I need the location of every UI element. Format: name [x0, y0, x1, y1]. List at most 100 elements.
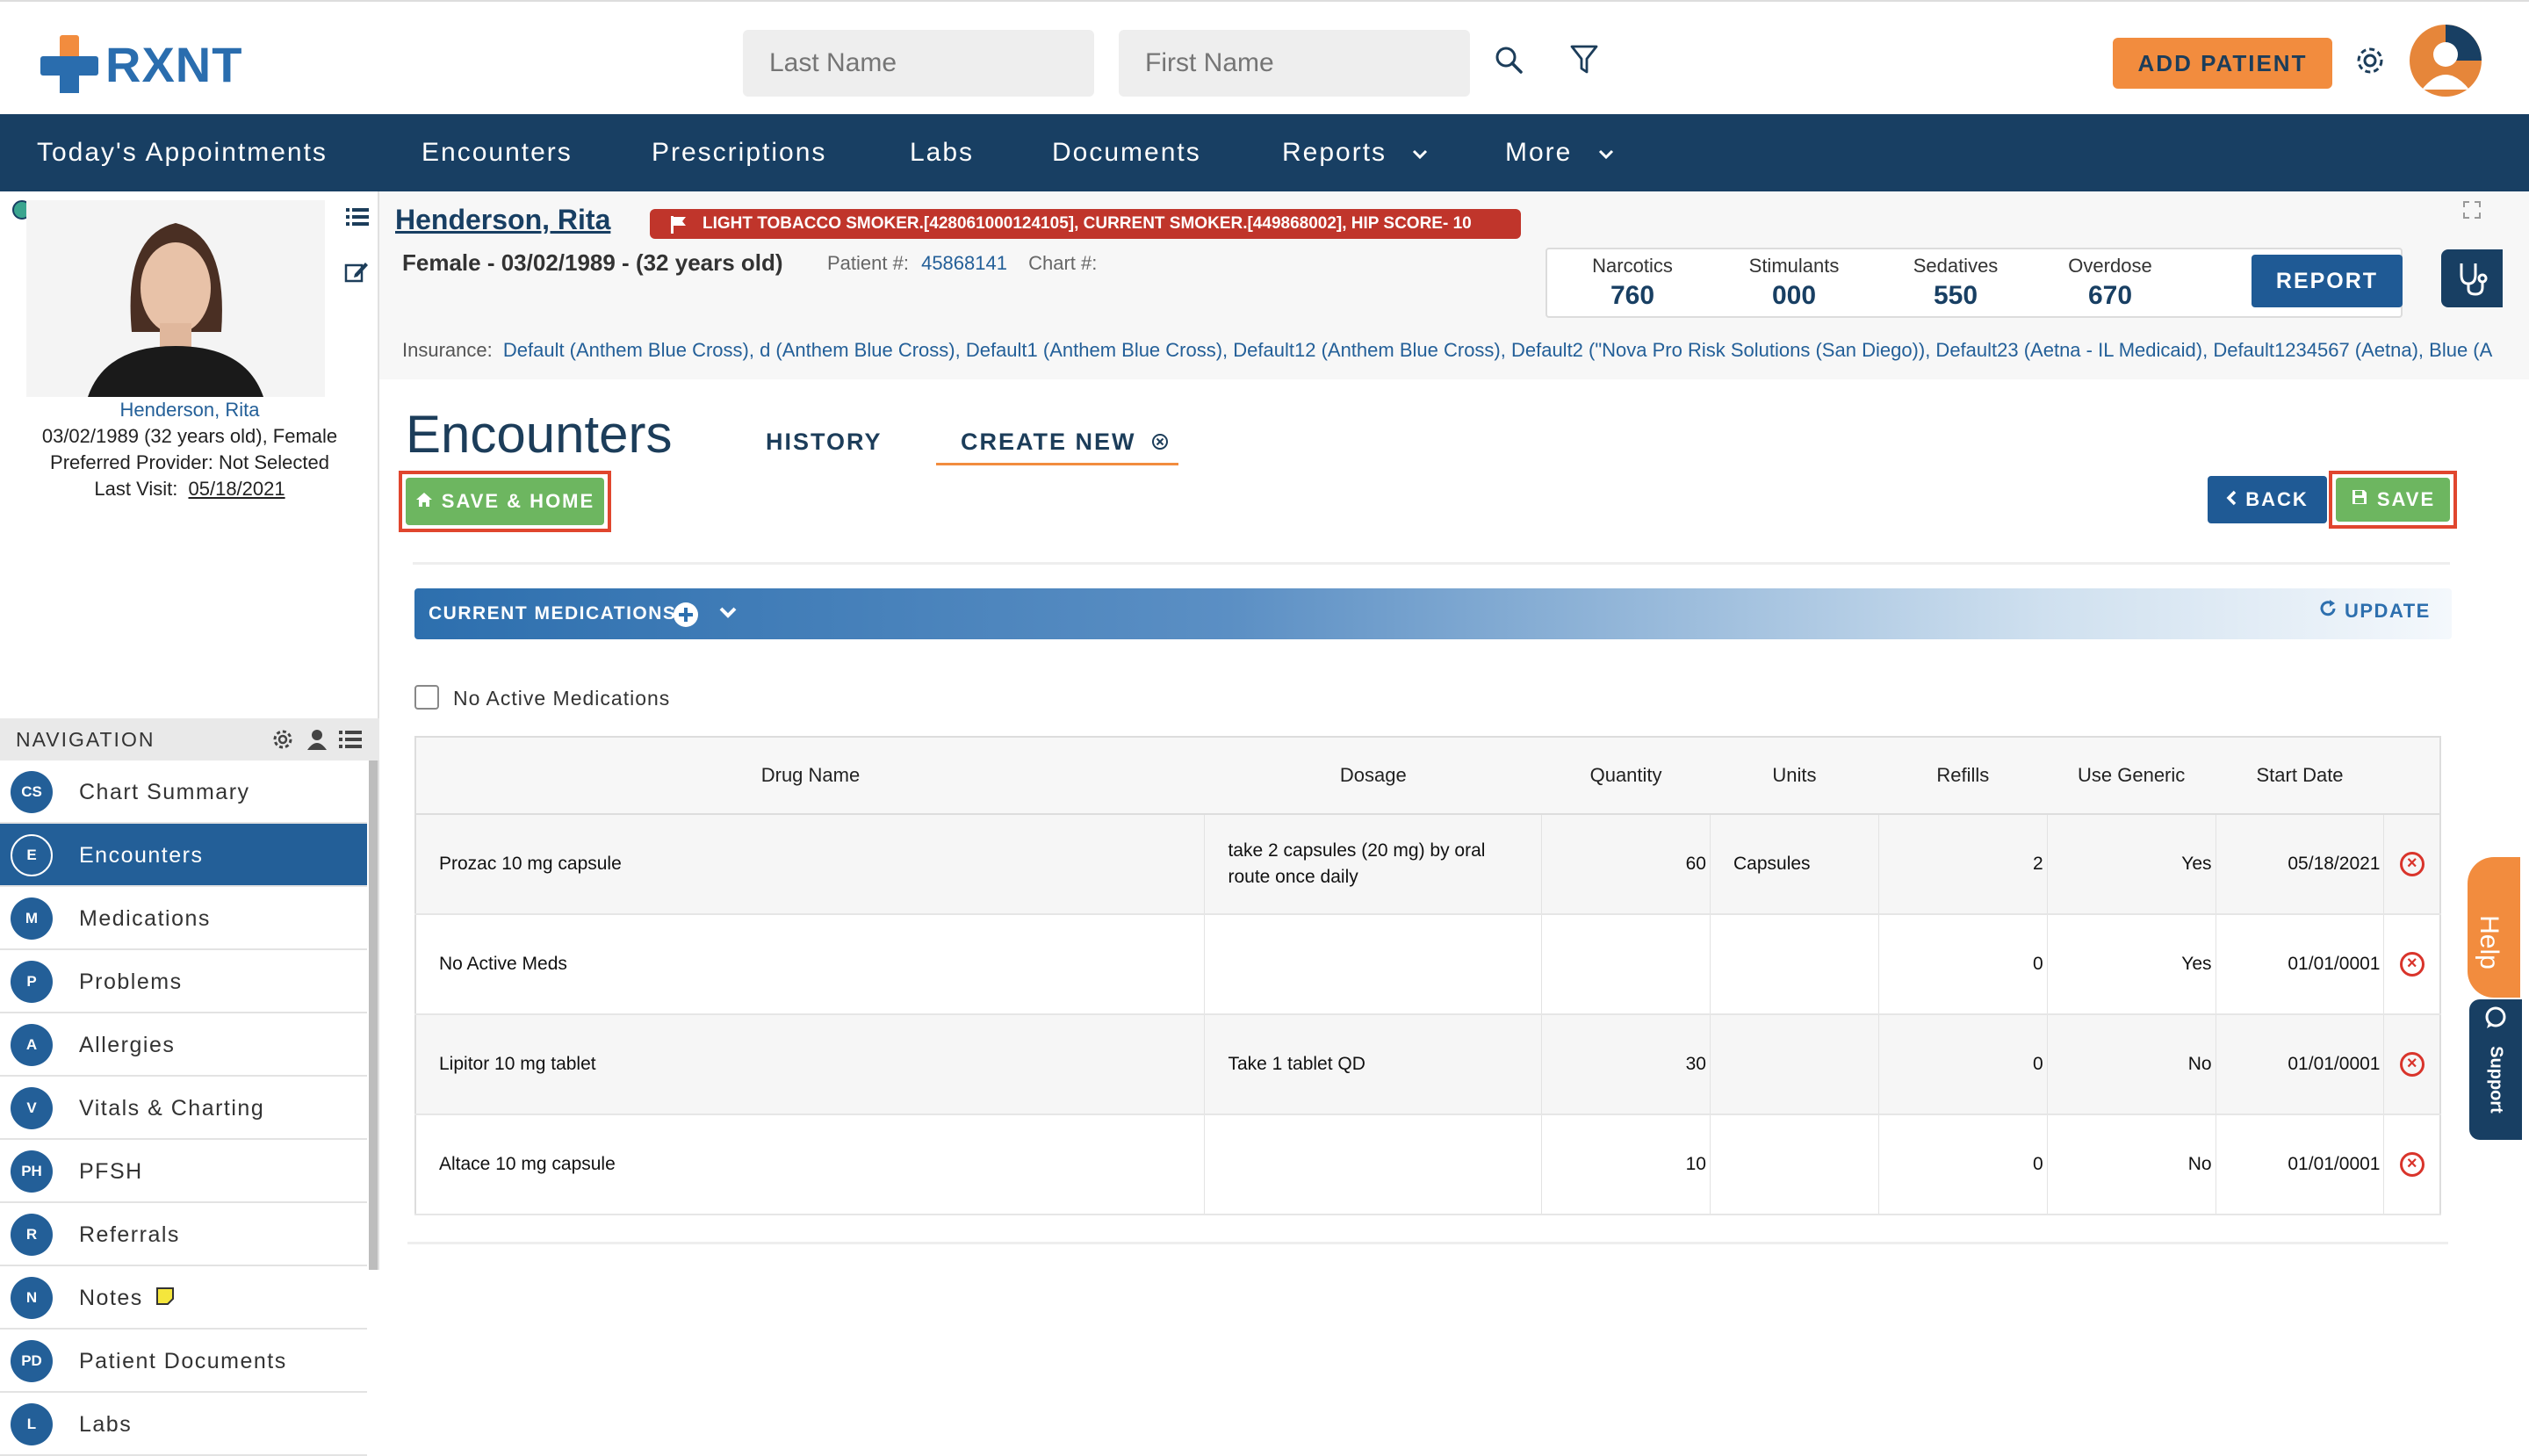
table-row[interactable]: Lipitor 10 mg tablet Take 1 tablet QD 30… [415, 1014, 2440, 1115]
nav-todays-appointments[interactable]: Today's Appointments [37, 114, 328, 191]
col-dosage[interactable]: Dosage [1204, 737, 1542, 815]
nav-more[interactable]: More [1505, 114, 1615, 191]
back-button[interactable]: BACK [2208, 476, 2327, 523]
nav-more-label: More [1505, 138, 1573, 167]
save-home-label: SAVE & HOME [441, 490, 595, 512]
patient-card-last-visit: Last Visit: 05/18/2021 [0, 478, 379, 501]
nav-label: Vitals & Charting [79, 1096, 265, 1121]
user-icon[interactable] [307, 729, 327, 754]
nav-documents[interactable]: Documents [1052, 114, 1201, 191]
delete-icon[interactable]: × [2399, 852, 2425, 876]
delete-icon[interactable]: × [2399, 1052, 2425, 1077]
nav-badge: CS [11, 771, 53, 813]
user-avatar[interactable] [2410, 25, 2482, 97]
sidenav-item-encounters[interactable]: E Encounters [0, 824, 367, 887]
sidenav-item-allergies[interactable]: A Allergies [0, 1013, 367, 1077]
first-name-search-input[interactable] [1119, 30, 1470, 97]
table-row[interactable]: Prozac 10 mg capsule take 2 capsules (20… [415, 814, 2440, 915]
add-medication-icon[interactable] [673, 602, 699, 632]
col-use-generic[interactable]: Use Generic [2047, 737, 2216, 815]
cell-refills: 0 [1878, 1114, 2048, 1215]
logo-cross-icon [40, 35, 98, 93]
nav-labs[interactable]: Labs [910, 114, 974, 191]
header-patient-name[interactable]: Henderson, Rita [395, 204, 610, 236]
delete-icon[interactable]: × [2399, 952, 2425, 977]
top-bar: RXNT ADD PATIENT [0, 0, 2529, 114]
filter-icon[interactable] [1565, 40, 1603, 79]
current-medications-title: CURRENT MEDICATIONS [429, 603, 677, 623]
nav-encounters[interactable]: Encounters [422, 114, 573, 191]
tab-create-new[interactable]: CREATE NEW [961, 429, 1169, 457]
nav-badge: PH [11, 1150, 53, 1193]
sidenav-item-problems[interactable]: P Problems [0, 950, 367, 1013]
patient-flag-banner: LIGHT TOBACCO SMOKER.[428061000124105], … [650, 209, 1521, 239]
patient-photo [26, 200, 325, 397]
nav-badge: A [11, 1024, 53, 1066]
refresh-icon [2318, 599, 2338, 623]
medications-table: Drug Name Dosage Quantity Units Refills … [414, 736, 2441, 1215]
pdmp-label: Sedatives [1913, 255, 1999, 277]
gear-icon[interactable] [272, 729, 293, 754]
cell-units [1710, 1014, 1879, 1115]
close-icon[interactable] [1151, 429, 1169, 457]
sidenav-item-pfsh[interactable]: PH PFSH [0, 1140, 367, 1203]
cell-drug: Altace 10 mg capsule [415, 1114, 1206, 1215]
save-home-button[interactable]: SAVE & HOME [406, 478, 604, 525]
add-patient-button[interactable]: ADD PATIENT [2113, 38, 2332, 89]
cell-units: Capsules [1710, 814, 1879, 915]
list-icon[interactable] [346, 207, 369, 231]
insurance-label: Insurance: [402, 339, 493, 361]
nav-label: Medications [79, 906, 211, 931]
sidenav-item-notes[interactable]: N Notes [0, 1266, 367, 1330]
sidenav-item-referrals[interactable]: R Referrals [0, 1203, 367, 1266]
gear-icon[interactable] [2350, 40, 2390, 81]
col-units[interactable]: Units [1710, 737, 1879, 815]
nav-reports[interactable]: Reports [1282, 114, 1429, 191]
last-name-search-input[interactable] [743, 30, 1094, 97]
pdmp-report-button[interactable]: REPORT [2252, 255, 2403, 307]
support-widget[interactable]: Support [2469, 999, 2522, 1140]
nav-prescriptions[interactable]: Prescriptions [652, 114, 826, 191]
patient-card-name[interactable]: Henderson, Rita [0, 399, 379, 422]
sidenav-item-medications[interactable]: M Medications [0, 887, 367, 950]
table-row[interactable]: Altace 10 mg capsule 10 0 No 01/01/0001 … [415, 1114, 2440, 1215]
support-label: Support [2486, 1046, 2506, 1114]
delete-icon[interactable]: × [2399, 1152, 2425, 1177]
help-widget[interactable]: Help [2468, 857, 2520, 998]
col-refills[interactable]: Refills [1878, 737, 2048, 815]
cell-generic: No [2047, 1014, 2216, 1115]
search-icon[interactable] [1489, 40, 1528, 79]
rxnt-logo[interactable]: RXNT [40, 33, 242, 95]
col-start-date[interactable]: Start Date [2216, 737, 2384, 815]
cell-dosage: take 2 capsules (20 mg) by oral route on… [1204, 814, 1543, 915]
navigation-title: NAVIGATION [16, 728, 155, 751]
tab-history[interactable]: HISTORY [766, 429, 883, 456]
cell-dosage: Take 1 tablet QD [1204, 1014, 1543, 1115]
sidenav-item-patient-documents[interactable]: PD Patient Documents [0, 1330, 367, 1393]
last-visit-date[interactable]: 05/18/2021 [189, 478, 285, 500]
cell-start-date: 01/01/0001 [2216, 1114, 2385, 1215]
col-drug-name[interactable]: Drug Name [415, 737, 1205, 815]
save-label: SAVE [2376, 488, 2436, 510]
update-button[interactable]: UPDATE [2318, 599, 2431, 623]
edit-icon[interactable] [344, 260, 369, 287]
no-active-medications-checkbox[interactable] [414, 685, 439, 710]
col-quantity[interactable]: Quantity [1541, 737, 1711, 815]
save-button[interactable]: SAVE [2336, 478, 2450, 522]
cell-dosage [1204, 1114, 1543, 1215]
nav-notes-label: Notes [79, 1286, 143, 1310]
insurance-list[interactable]: Default (Anthem Blue Cross), d (Anthem B… [503, 339, 2492, 361]
chevron-down-icon[interactable] [718, 606, 738, 624]
sidenav-scrollbar[interactable] [369, 760, 378, 1270]
nav-reports-label: Reports [1282, 138, 1387, 167]
sidenav-item-vitals[interactable]: V Vitals & Charting [0, 1077, 367, 1140]
patient-number-label: Patient #: [827, 252, 909, 274]
cell-generic: Yes [2047, 914, 2216, 1015]
list-icon[interactable] [339, 730, 362, 753]
expand-icon[interactable] [2462, 200, 2482, 224]
patient-number[interactable]: 45868141 [921, 252, 1007, 274]
table-row[interactable]: No Active Meds 0 Yes 01/01/0001 × [415, 914, 2440, 1015]
sidenav-item-chart-summary[interactable]: CS Chart Summary [0, 760, 367, 824]
sidenav-item-labs[interactable]: L Labs [0, 1393, 367, 1456]
stethoscope-icon[interactable] [2441, 249, 2503, 307]
